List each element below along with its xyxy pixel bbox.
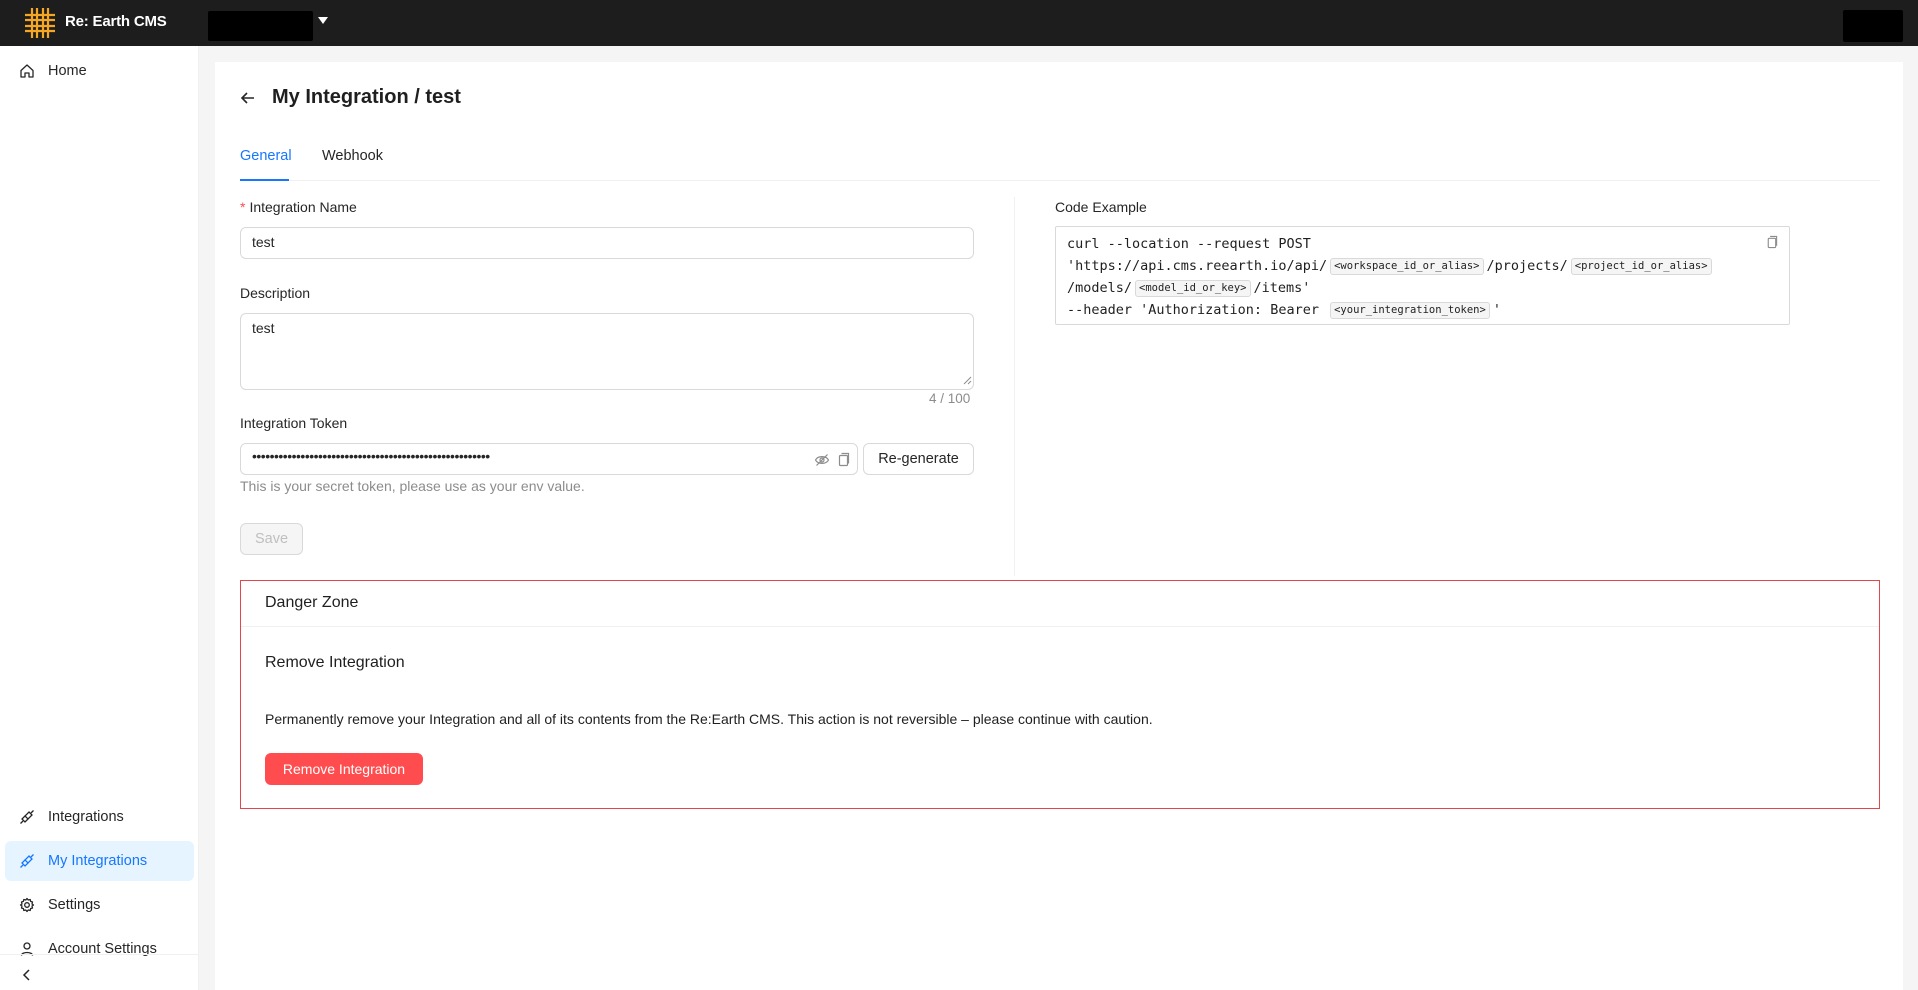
code-text: ' (1492, 302, 1501, 318)
description-textarea[interactable]: test (240, 313, 974, 390)
integration-token-label: Integration Token (240, 415, 348, 431)
workspace-selector[interactable] (208, 11, 313, 41)
sidebar-item-my-integrations[interactable]: My Integrations (5, 841, 194, 881)
required-mark: * (240, 199, 246, 215)
app-name: Re: Earth CMS (65, 13, 167, 30)
code-line-4: --header 'Authorization: Bearer <your_in… (1067, 299, 1778, 321)
code-text: 'https://api.cms.reearth.io/api/ (1067, 258, 1328, 274)
integration-name-label-text: Integration Name (249, 199, 357, 215)
token-masked-value: ••••••••••••••••••••••••••••••••••••••••… (252, 448, 490, 464)
code-line-2: 'https://api.cms.reearth.io/api/<workspa… (1067, 255, 1778, 277)
tab-bar: General Webhook (240, 137, 1880, 181)
api-icon (20, 854, 34, 868)
code-text: /items' (1253, 280, 1311, 296)
caret-down-icon[interactable] (318, 17, 328, 24)
danger-zone-description: Permanently remove your Integration and … (265, 711, 1153, 727)
tab-active-indicator (240, 179, 289, 181)
code-text: /projects/ (1486, 258, 1568, 274)
sidebar-item-label: Integrations (48, 809, 124, 825)
code-text: curl --location --request POST (1067, 236, 1311, 252)
top-header: Re: Earth CMS (0, 0, 1918, 46)
danger-zone-subtitle: Remove Integration (265, 654, 405, 671)
sidebar-item-home[interactable]: Home (5, 51, 194, 91)
integration-name-label: * Integration Name (240, 199, 357, 215)
danger-zone-title: Danger Zone (265, 594, 359, 611)
code-placeholder-workspace: <workspace_id_or_alias> (1330, 258, 1484, 275)
integration-name-input[interactable]: test (240, 227, 974, 259)
code-example-block: curl --location --request POST 'https://… (1055, 226, 1790, 325)
code-text: /models/ (1067, 280, 1133, 296)
resize-handle-icon[interactable] (963, 376, 972, 385)
description-label: Description (240, 285, 311, 301)
danger-zone: Danger Zone Remove Integration Permanent… (240, 580, 1880, 809)
code-example-label: Code Example (1055, 199, 1147, 215)
save-button[interactable]: Save (240, 523, 303, 555)
sidebar-item-account-settings[interactable]: Account Settings (5, 929, 194, 969)
sidebar-item-label: My Integrations (48, 853, 148, 869)
copy-icon[interactable] (836, 452, 850, 468)
api-icon (20, 810, 34, 824)
user-menu[interactable] (1843, 10, 1903, 42)
main-content: My Integration / test General Webhook * I… (215, 62, 1903, 990)
sidebar-divider (0, 954, 199, 955)
column-divider (1014, 197, 1015, 576)
tab-webhook[interactable]: Webhook (322, 148, 383, 164)
arrow-left-icon[interactable] (239, 89, 257, 107)
reearth-logo-icon[interactable] (24, 7, 56, 39)
code-placeholder-token: <your_integration_token> (1330, 302, 1490, 319)
danger-zone-header: Danger Zone (241, 581, 1879, 627)
chevron-left-icon[interactable] (17, 965, 37, 985)
token-help-text: This is your secret token, please use as… (240, 478, 585, 494)
page-title: My Integration / test (272, 86, 461, 108)
code-line-1: curl --location --request POST (1067, 233, 1778, 255)
integration-token-input[interactable]: ••••••••••••••••••••••••••••••••••••••••… (240, 443, 858, 475)
copy-icon[interactable] (1765, 235, 1778, 250)
home-icon (20, 64, 34, 78)
eye-invisible-icon[interactable] (814, 452, 830, 468)
code-line-3: /models/<model_id_or_key>/items' (1067, 277, 1778, 299)
sidebar-item-label: Settings (48, 897, 101, 913)
code-placeholder-project: <project_id_or_alias> (1570, 258, 1712, 275)
description-counter: 4 / 100 (929, 391, 971, 406)
tab-general[interactable]: General (240, 148, 292, 164)
remove-integration-button[interactable]: Remove Integration (265, 753, 423, 785)
code-text: --header 'Authorization: Bearer (1067, 302, 1319, 318)
gear-icon (19, 897, 35, 913)
sidebar-item-integrations[interactable]: Integrations (5, 797, 194, 837)
sidebar-item-label: Home (48, 63, 87, 79)
regenerate-button[interactable]: Re-generate (863, 443, 974, 475)
code-placeholder-model: <model_id_or_key> (1135, 280, 1251, 297)
sidebar: Home Integrations My Integrations Settin… (0, 46, 199, 990)
sidebar-item-settings[interactable]: Settings (5, 885, 194, 925)
